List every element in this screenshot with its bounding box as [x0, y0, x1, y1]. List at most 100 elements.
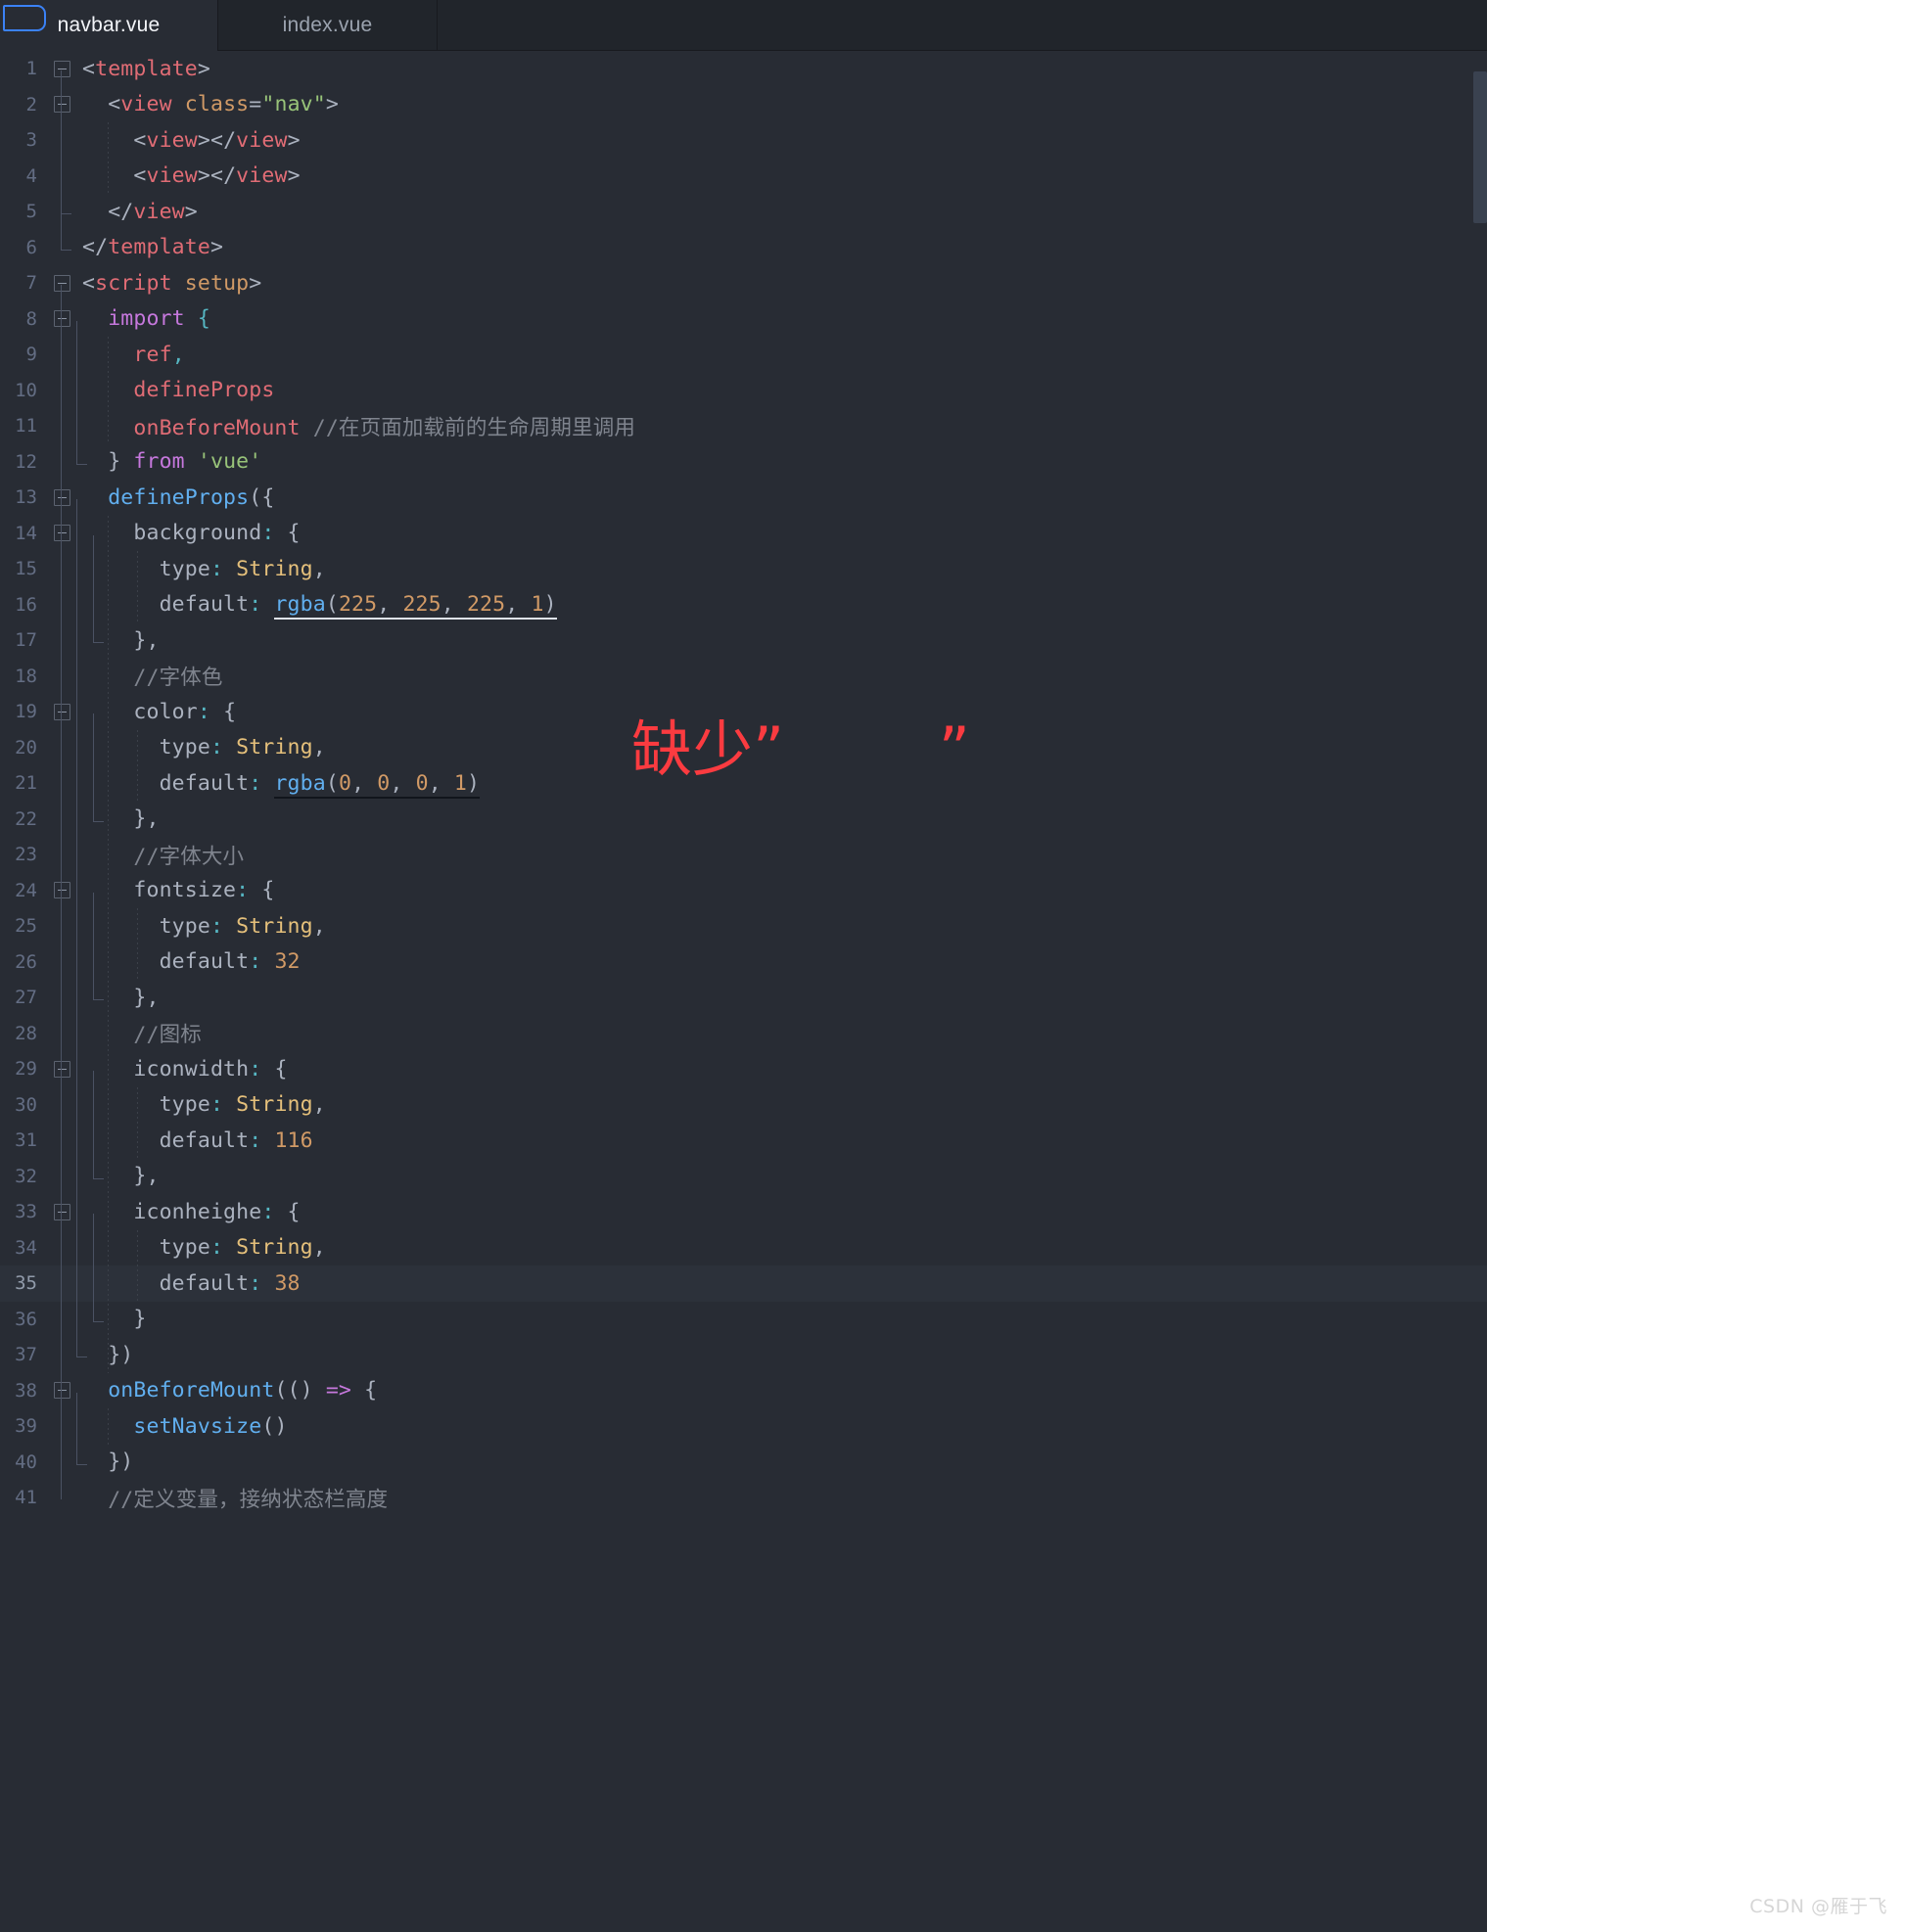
- code-token: =>: [325, 1378, 352, 1403]
- line-number: 1: [25, 58, 37, 80]
- code-line[interactable]: 1 <template>: [0, 51, 1487, 87]
- tab-index-vue[interactable]: index.vue: [217, 0, 438, 51]
- code-token: String: [236, 1235, 313, 1261]
- code-line[interactable]: 14 background: {: [0, 516, 1487, 552]
- code-line[interactable]: 16 default: rgba(225, 225, 225, 1): [0, 587, 1487, 623]
- fold-toggle-icon[interactable]: [47, 60, 76, 77]
- code-line[interactable]: 2 <view class="nav">: [0, 87, 1487, 123]
- fold-guide-line: [93, 534, 94, 642]
- code-line[interactable]: 37 }): [0, 1337, 1487, 1373]
- indent-guide: [137, 551, 138, 622]
- code-token: :: [209, 1235, 237, 1261]
- code-token: :: [261, 521, 288, 546]
- line-number: 36: [15, 1308, 37, 1330]
- code-line[interactable]: 10 defineProps: [0, 373, 1487, 409]
- fold-toggle-icon[interactable]: [47, 1382, 76, 1400]
- code-line[interactable]: 23 //字体大小: [0, 837, 1487, 873]
- code-line[interactable]: 11 onBeforeMount //在页面加载前的生命周期里调用: [0, 408, 1487, 444]
- code-line[interactable]: 27 },: [0, 980, 1487, 1016]
- fold-toggle-icon[interactable]: [47, 274, 76, 292]
- red-annotation-text: 缺少” ”: [631, 713, 970, 785]
- code-token: ({: [249, 484, 275, 510]
- code-token: :: [197, 699, 224, 724]
- code-token: {: [287, 521, 301, 546]
- tab-navbar-vue[interactable]: navbar.vue: [0, 0, 217, 51]
- code-token: String: [236, 1092, 313, 1118]
- code-line[interactable]: 33 iconheighe: {: [0, 1194, 1487, 1230]
- code-token: :: [249, 1127, 275, 1153]
- code-line[interactable]: 32 },: [0, 1159, 1487, 1195]
- code-content-area[interactable]: 1 <template> 2 <view class="nav"> 3 <view><…: [0, 51, 1487, 1932]
- fold-toggle-icon[interactable]: [47, 488, 76, 506]
- code-token: <: [82, 56, 96, 81]
- code-line[interactable]: 24 fontsize: {: [0, 873, 1487, 909]
- fold-guide-line: [76, 320, 77, 464]
- code-line[interactable]: 26 default: 32: [0, 944, 1487, 981]
- code-token: :: [209, 913, 237, 939]
- collapse-minus-icon: [53, 488, 70, 506]
- code-token: 225: [338, 592, 378, 621]
- code-token: }: [82, 449, 134, 475]
- line-number: 22: [15, 807, 37, 830]
- code-line[interactable]: 12 } from 'vue': [0, 444, 1487, 481]
- code-line[interactable]: 8 import {: [0, 301, 1487, 338]
- code-line[interactable]: 7 <script setup>: [0, 265, 1487, 301]
- code-line[interactable]: 5 </view>: [0, 194, 1487, 230]
- code-line[interactable]: 4 <view></view>: [0, 159, 1487, 195]
- code-token: ,: [312, 1235, 326, 1261]
- fold-guide-line: [93, 892, 94, 999]
- editor-tab-bar: navbar.vue index.vue: [0, 0, 1487, 51]
- code-token: 0: [338, 770, 352, 799]
- line-number: 12: [15, 450, 37, 473]
- code-token: defineProps: [133, 378, 275, 403]
- code-line[interactable]: 18 //字体色: [0, 659, 1487, 695]
- line-number: 19: [15, 701, 37, 723]
- code-line[interactable]: 30 type: String,: [0, 1087, 1487, 1124]
- fold-toggle-icon[interactable]: [47, 1203, 76, 1220]
- code-line[interactable]: 25 type: String,: [0, 908, 1487, 944]
- fold-toggle-icon[interactable]: [47, 1060, 76, 1078]
- code-line[interactable]: 39 setNavsize(): [0, 1408, 1487, 1445]
- code-line[interactable]: 36 }: [0, 1302, 1487, 1338]
- code-line[interactable]: 17 },: [0, 622, 1487, 659]
- line-number: 11: [15, 415, 37, 437]
- code-token: color: [133, 699, 198, 724]
- line-number: 23: [15, 844, 37, 866]
- code-line[interactable]: 13 defineProps({: [0, 480, 1487, 516]
- code-token: {: [274, 1056, 288, 1081]
- code-text: type: String,: [76, 1092, 1487, 1117]
- code-line[interactable]: 3 <view></view>: [0, 122, 1487, 159]
- code-text: ref,: [76, 343, 1487, 367]
- code-editor-window: navbar.vue index.vue 1 <template> 2 <view …: [0, 0, 1487, 1932]
- fold-toggle-icon[interactable]: [47, 882, 76, 899]
- code-text: defineProps({: [76, 485, 1487, 510]
- code-line[interactable]: 22 },: [0, 802, 1487, 838]
- fold-toggle-icon[interactable]: [47, 703, 76, 720]
- collapse-minus-icon: [53, 1060, 70, 1078]
- code-line[interactable]: 40 }): [0, 1445, 1487, 1481]
- code-token: <: [82, 270, 96, 296]
- code-line[interactable]: 29 iconwidth: {: [0, 1051, 1487, 1087]
- code-token: <: [82, 127, 147, 153]
- code-text: </view>: [76, 200, 1487, 224]
- code-line[interactable]: 31 default: 116: [0, 1123, 1487, 1159]
- code-token: rgba: [274, 770, 326, 799]
- code-line[interactable]: 35 default: 38: [0, 1265, 1487, 1302]
- code-line[interactable]: 28 //图标: [0, 1016, 1487, 1052]
- code-line[interactable]: 6 </template>: [0, 230, 1487, 266]
- scrollbar-thumb[interactable]: [1473, 71, 1487, 223]
- fold-toggle-icon[interactable]: [47, 96, 76, 114]
- fold-toggle-icon[interactable]: [47, 525, 76, 542]
- code-line[interactable]: 38 onBeforeMount(() => {: [0, 1373, 1487, 1409]
- code-line[interactable]: 15 type: String,: [0, 551, 1487, 587]
- code-line[interactable]: 9 ref,: [0, 337, 1487, 373]
- code-line[interactable]: 41 //定义变量，接纳状态栏高度: [0, 1480, 1487, 1516]
- code-line[interactable]: 34 type: String,: [0, 1230, 1487, 1266]
- code-token: {: [351, 1378, 378, 1403]
- vertical-scrollbar[interactable]: [1473, 51, 1487, 1932]
- fold-toggle-icon[interactable]: [47, 310, 76, 328]
- code-token: //字体大小: [133, 844, 245, 869]
